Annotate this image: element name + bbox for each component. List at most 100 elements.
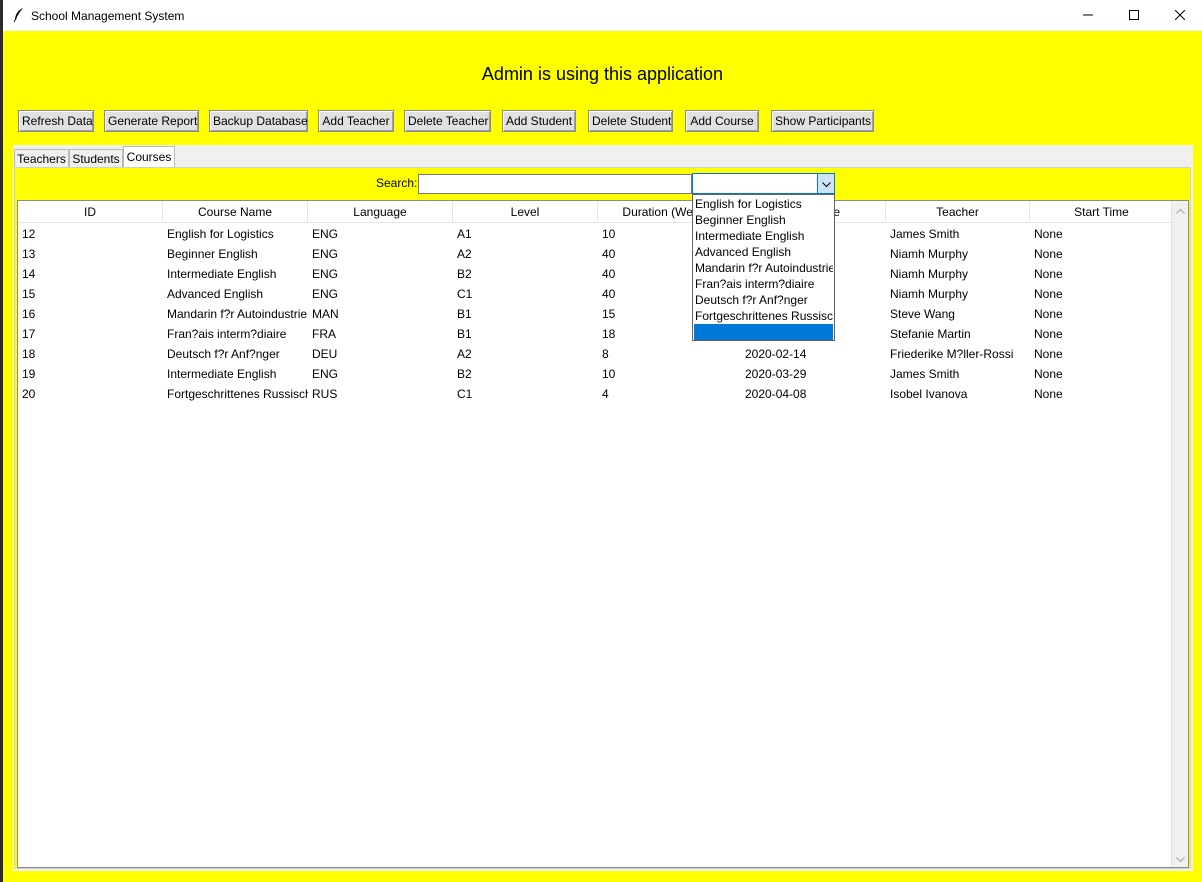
table-cell: Fran?ais interm?diaire bbox=[167, 327, 287, 341]
dropdown-option[interactable]: English for Logistics bbox=[694, 196, 833, 212]
tab-teachers[interactable]: Teachers bbox=[14, 149, 69, 168]
table-cell: ENG bbox=[312, 247, 339, 261]
close-button[interactable] bbox=[1157, 0, 1202, 31]
table-cell: DEU bbox=[312, 347, 338, 361]
vertical-scrollbar[interactable] bbox=[1171, 201, 1188, 867]
search-input[interactable] bbox=[418, 174, 692, 194]
table-cell: 12 bbox=[22, 227, 36, 241]
table-cell: A2 bbox=[457, 347, 472, 361]
scroll-up-button[interactable] bbox=[1172, 201, 1188, 218]
dropdown-option[interactable]: Mandarin f?r Autoindustrie bbox=[694, 260, 833, 276]
dropdown-option[interactable]: Fortgeschrittenes Russisch bbox=[694, 308, 833, 324]
delete-teacher-button[interactable]: Delete Teacher bbox=[404, 110, 491, 132]
table-cell: 4 bbox=[602, 387, 609, 401]
dropdown-option[interactable]: Beginner English bbox=[694, 212, 833, 228]
user-headline: Admin is using this application bbox=[481, 64, 724, 84]
table-cell: 17 bbox=[22, 327, 36, 341]
table-row[interactable]: 12 English for Logistics ENG A1 10 James Smit… bbox=[18, 224, 1174, 244]
table-cell: B2 bbox=[457, 367, 472, 381]
add-student-button[interactable]: Add Student bbox=[502, 110, 576, 132]
column-header[interactable]: Teacher bbox=[886, 201, 1030, 223]
table-cell: ENG bbox=[312, 287, 339, 301]
maximize-button[interactable] bbox=[1111, 0, 1157, 31]
table-cell: 8 bbox=[602, 347, 609, 361]
table-cell: 18 bbox=[22, 347, 36, 361]
table-row[interactable]: 13 Beginner English ENG A2 40 Niamh Murphy Non… bbox=[18, 244, 1174, 264]
course-dropdown-list: English for Logistics Beginner English Int… bbox=[692, 194, 835, 341]
table-cell: Niamh Murphy bbox=[890, 267, 969, 281]
column-header[interactable]: Level bbox=[453, 201, 598, 223]
table-row[interactable]: 18 Deutsch f?r Anf?nger DEU A2 8 2020-02-14 Fr… bbox=[18, 344, 1174, 364]
table-cell: A1 bbox=[457, 227, 472, 241]
minimize-icon bbox=[1083, 9, 1093, 23]
tab-courses[interactable]: Courses bbox=[123, 146, 175, 168]
table-cell: Stefanie Martin bbox=[890, 327, 971, 341]
table-cell: Advanced English bbox=[167, 287, 264, 301]
title-bar: School Management System bbox=[3, 0, 1202, 31]
chevron-down-icon bbox=[1175, 852, 1185, 866]
window-title: School Management System bbox=[31, 9, 185, 23]
table-cell: 13 bbox=[22, 247, 36, 261]
column-header[interactable]: ID bbox=[18, 201, 163, 223]
column-header[interactable]: Start Time bbox=[1030, 201, 1174, 223]
table-row[interactable]: 17 Fran?ais interm?diaire FRA B1 18 Stefanie … bbox=[18, 324, 1174, 344]
courses-table: ID Course Name Language Level Duration (Week… bbox=[17, 200, 1189, 868]
table-row[interactable]: 16 Mandarin f?r Autoindustrie MAN B1 15 Steve… bbox=[18, 304, 1174, 324]
feather-icon bbox=[12, 7, 26, 23]
table-cell: ENG bbox=[312, 227, 339, 241]
table-cell: None bbox=[1034, 347, 1063, 361]
table-row[interactable]: 20 Fortgeschrittenes Russisch RUS C1 4 2020-0… bbox=[18, 384, 1174, 404]
table-cell: C1 bbox=[457, 387, 473, 401]
add-course-button[interactable]: Add Course bbox=[685, 110, 759, 132]
close-icon bbox=[1174, 9, 1186, 23]
table-cell: C1 bbox=[457, 287, 473, 301]
table-row[interactable]: 14 Intermediate English ENG B2 40 Niamh Murph… bbox=[18, 264, 1174, 284]
table-cell: 16 bbox=[22, 307, 36, 321]
dropdown-option[interactable]: Deutsch f?r Anf?nger bbox=[694, 292, 833, 308]
dropdown-option[interactable]: Advanced English bbox=[694, 244, 833, 260]
combo-dropdown-button[interactable] bbox=[817, 174, 834, 193]
table-cell: ENG bbox=[312, 267, 339, 281]
table-cell: ENG bbox=[312, 367, 339, 381]
table-cell: FRA bbox=[312, 327, 336, 341]
course-combobox[interactable] bbox=[692, 173, 835, 194]
table-cell: 2020-02-14 bbox=[745, 347, 807, 361]
table-cell: Fortgeschrittenes Russisch bbox=[167, 387, 308, 401]
table-cell: B2 bbox=[457, 267, 472, 281]
table-cell: MAN bbox=[312, 307, 339, 321]
table-cell: Intermediate English bbox=[167, 367, 277, 381]
dropdown-option[interactable]: Fran?ais interm?diaire bbox=[694, 276, 833, 292]
dropdown-option[interactable]: Intermediate English bbox=[694, 228, 833, 244]
table-cell: B1 bbox=[457, 307, 472, 321]
delete-student-button[interactable]: Delete Student bbox=[588, 110, 673, 132]
backup-database-button[interactable]: Backup Database bbox=[209, 110, 308, 132]
app-window: School Management System Admin is using … bbox=[3, 0, 1202, 882]
scroll-down-button[interactable] bbox=[1172, 850, 1188, 867]
table-cell: None bbox=[1034, 267, 1063, 281]
table-row[interactable]: 15 Advanced English ENG C1 40 Niamh Murphy Non… bbox=[18, 284, 1174, 304]
add-teacher-button[interactable]: Add Teacher bbox=[318, 110, 394, 132]
table-cell: Isobel Ivanova bbox=[890, 387, 968, 401]
table-cell: None bbox=[1034, 227, 1063, 241]
table-cell: Beginner English bbox=[167, 247, 258, 261]
table-cell: A2 bbox=[457, 247, 472, 261]
table-cell: James Smith bbox=[890, 227, 960, 241]
table-cell: B1 bbox=[457, 327, 472, 341]
minimize-button[interactable] bbox=[1065, 0, 1111, 31]
dropdown-option[interactable] bbox=[694, 324, 833, 340]
table-cell: 10 bbox=[602, 367, 616, 381]
refresh-data-button[interactable]: Refresh Data bbox=[18, 110, 94, 132]
table-cell: None bbox=[1034, 387, 1063, 401]
table-cell: 20 bbox=[22, 387, 36, 401]
search-label: Search: bbox=[376, 176, 418, 190]
table-cell: None bbox=[1034, 327, 1063, 341]
chevron-up-icon bbox=[1175, 203, 1185, 217]
table-cell: Mandarin f?r Autoindustrie bbox=[167, 307, 308, 321]
table-row[interactable]: 19 Intermediate English ENG B2 10 2020-03-29 J… bbox=[18, 364, 1174, 384]
tab-students[interactable]: Students bbox=[69, 149, 123, 168]
table-cell: None bbox=[1034, 287, 1063, 301]
column-header[interactable]: Course Name bbox=[163, 201, 308, 223]
show-participants-button[interactable]: Show Participants bbox=[771, 110, 874, 132]
generate-report-button[interactable]: Generate Report bbox=[104, 110, 199, 132]
column-header[interactable]: Language bbox=[308, 201, 453, 223]
